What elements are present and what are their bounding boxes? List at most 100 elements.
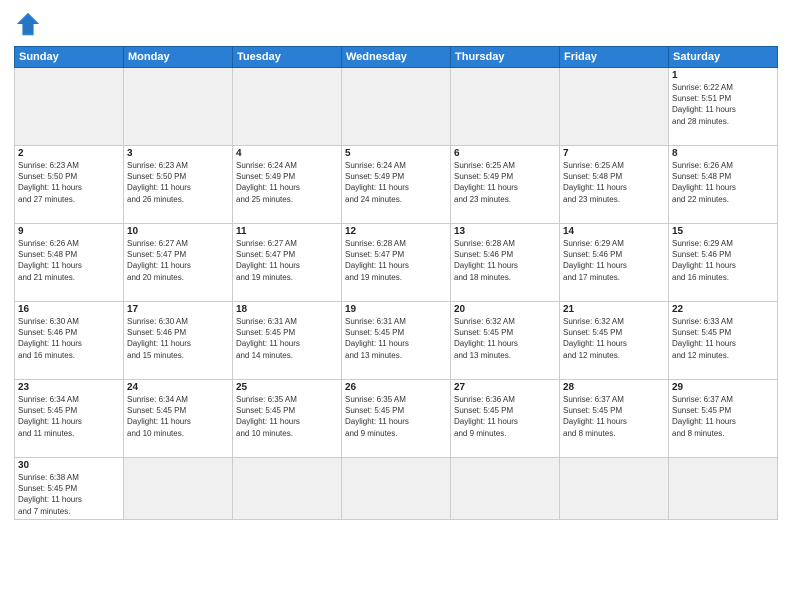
calendar-cell: 25Sunrise: 6:35 AM Sunset: 5:45 PM Dayli… <box>233 380 342 458</box>
calendar-cell: 24Sunrise: 6:34 AM Sunset: 5:45 PM Dayli… <box>124 380 233 458</box>
day-number: 30 <box>18 460 120 471</box>
day-info: Sunrise: 6:28 AM Sunset: 5:46 PM Dayligh… <box>454 238 556 283</box>
day-info: Sunrise: 6:35 AM Sunset: 5:45 PM Dayligh… <box>236 394 338 439</box>
page: SundayMondayTuesdayWednesdayThursdayFrid… <box>0 0 792 612</box>
calendar-cell <box>124 458 233 520</box>
calendar-cell <box>233 458 342 520</box>
calendar-cell <box>15 68 124 146</box>
calendar-header-thursday: Thursday <box>451 47 560 68</box>
day-number: 11 <box>236 226 338 237</box>
day-number: 8 <box>672 148 774 159</box>
calendar-cell: 28Sunrise: 6:37 AM Sunset: 5:45 PM Dayli… <box>560 380 669 458</box>
calendar: SundayMondayTuesdayWednesdayThursdayFrid… <box>14 46 778 520</box>
calendar-cell: 22Sunrise: 6:33 AM Sunset: 5:45 PM Dayli… <box>669 302 778 380</box>
day-info: Sunrise: 6:23 AM Sunset: 5:50 PM Dayligh… <box>127 160 229 205</box>
day-number: 25 <box>236 382 338 393</box>
calendar-header-tuesday: Tuesday <box>233 47 342 68</box>
calendar-cell <box>233 68 342 146</box>
calendar-cell: 7Sunrise: 6:25 AM Sunset: 5:48 PM Daylig… <box>560 146 669 224</box>
logo <box>14 10 46 38</box>
day-number: 13 <box>454 226 556 237</box>
calendar-cell: 21Sunrise: 6:32 AM Sunset: 5:45 PM Dayli… <box>560 302 669 380</box>
day-number: 4 <box>236 148 338 159</box>
calendar-cell: 18Sunrise: 6:31 AM Sunset: 5:45 PM Dayli… <box>233 302 342 380</box>
day-number: 27 <box>454 382 556 393</box>
day-number: 20 <box>454 304 556 315</box>
day-number: 14 <box>563 226 665 237</box>
day-number: 7 <box>563 148 665 159</box>
day-number: 16 <box>18 304 120 315</box>
calendar-cell <box>669 458 778 520</box>
day-number: 21 <box>563 304 665 315</box>
calendar-cell <box>451 68 560 146</box>
day-number: 1 <box>672 70 774 81</box>
calendar-cell: 2Sunrise: 6:23 AM Sunset: 5:50 PM Daylig… <box>15 146 124 224</box>
day-info: Sunrise: 6:30 AM Sunset: 5:46 PM Dayligh… <box>127 316 229 361</box>
day-info: Sunrise: 6:32 AM Sunset: 5:45 PM Dayligh… <box>563 316 665 361</box>
calendar-cell: 10Sunrise: 6:27 AM Sunset: 5:47 PM Dayli… <box>124 224 233 302</box>
day-number: 29 <box>672 382 774 393</box>
day-info: Sunrise: 6:25 AM Sunset: 5:49 PM Dayligh… <box>454 160 556 205</box>
day-info: Sunrise: 6:28 AM Sunset: 5:47 PM Dayligh… <box>345 238 447 283</box>
day-info: Sunrise: 6:27 AM Sunset: 5:47 PM Dayligh… <box>236 238 338 283</box>
day-number: 2 <box>18 148 120 159</box>
day-info: Sunrise: 6:34 AM Sunset: 5:45 PM Dayligh… <box>127 394 229 439</box>
day-number: 22 <box>672 304 774 315</box>
calendar-cell: 17Sunrise: 6:30 AM Sunset: 5:46 PM Dayli… <box>124 302 233 380</box>
calendar-cell: 23Sunrise: 6:34 AM Sunset: 5:45 PM Dayli… <box>15 380 124 458</box>
calendar-header-monday: Monday <box>124 47 233 68</box>
day-info: Sunrise: 6:29 AM Sunset: 5:46 PM Dayligh… <box>672 238 774 283</box>
day-number: 12 <box>345 226 447 237</box>
calendar-cell <box>451 458 560 520</box>
calendar-cell <box>342 68 451 146</box>
day-number: 18 <box>236 304 338 315</box>
calendar-cell <box>342 458 451 520</box>
day-number: 24 <box>127 382 229 393</box>
day-number: 28 <box>563 382 665 393</box>
day-info: Sunrise: 6:35 AM Sunset: 5:45 PM Dayligh… <box>345 394 447 439</box>
calendar-cell: 20Sunrise: 6:32 AM Sunset: 5:45 PM Dayli… <box>451 302 560 380</box>
calendar-cell: 15Sunrise: 6:29 AM Sunset: 5:46 PM Dayli… <box>669 224 778 302</box>
calendar-header-sunday: Sunday <box>15 47 124 68</box>
day-number: 5 <box>345 148 447 159</box>
calendar-cell <box>124 68 233 146</box>
calendar-header-wednesday: Wednesday <box>342 47 451 68</box>
calendar-cell: 12Sunrise: 6:28 AM Sunset: 5:47 PM Dayli… <box>342 224 451 302</box>
calendar-cell: 9Sunrise: 6:26 AM Sunset: 5:48 PM Daylig… <box>15 224 124 302</box>
day-info: Sunrise: 6:23 AM Sunset: 5:50 PM Dayligh… <box>18 160 120 205</box>
calendar-cell <box>560 68 669 146</box>
day-info: Sunrise: 6:37 AM Sunset: 5:45 PM Dayligh… <box>563 394 665 439</box>
day-info: Sunrise: 6:33 AM Sunset: 5:45 PM Dayligh… <box>672 316 774 361</box>
day-number: 23 <box>18 382 120 393</box>
calendar-cell: 30Sunrise: 6:38 AM Sunset: 5:45 PM Dayli… <box>15 458 124 520</box>
calendar-header-row: SundayMondayTuesdayWednesdayThursdayFrid… <box>15 47 778 68</box>
day-info: Sunrise: 6:31 AM Sunset: 5:45 PM Dayligh… <box>345 316 447 361</box>
day-info: Sunrise: 6:22 AM Sunset: 5:51 PM Dayligh… <box>672 82 774 127</box>
day-number: 17 <box>127 304 229 315</box>
calendar-cell: 3Sunrise: 6:23 AM Sunset: 5:50 PM Daylig… <box>124 146 233 224</box>
day-info: Sunrise: 6:34 AM Sunset: 5:45 PM Dayligh… <box>18 394 120 439</box>
day-info: Sunrise: 6:31 AM Sunset: 5:45 PM Dayligh… <box>236 316 338 361</box>
calendar-cell <box>560 458 669 520</box>
calendar-cell: 8Sunrise: 6:26 AM Sunset: 5:48 PM Daylig… <box>669 146 778 224</box>
day-info: Sunrise: 6:27 AM Sunset: 5:47 PM Dayligh… <box>127 238 229 283</box>
calendar-cell: 26Sunrise: 6:35 AM Sunset: 5:45 PM Dayli… <box>342 380 451 458</box>
day-info: Sunrise: 6:26 AM Sunset: 5:48 PM Dayligh… <box>18 238 120 283</box>
calendar-cell: 29Sunrise: 6:37 AM Sunset: 5:45 PM Dayli… <box>669 380 778 458</box>
day-info: Sunrise: 6:24 AM Sunset: 5:49 PM Dayligh… <box>345 160 447 205</box>
calendar-cell: 4Sunrise: 6:24 AM Sunset: 5:49 PM Daylig… <box>233 146 342 224</box>
day-info: Sunrise: 6:38 AM Sunset: 5:45 PM Dayligh… <box>18 472 120 517</box>
day-info: Sunrise: 6:29 AM Sunset: 5:46 PM Dayligh… <box>563 238 665 283</box>
calendar-cell: 19Sunrise: 6:31 AM Sunset: 5:45 PM Dayli… <box>342 302 451 380</box>
day-number: 19 <box>345 304 447 315</box>
day-info: Sunrise: 6:37 AM Sunset: 5:45 PM Dayligh… <box>672 394 774 439</box>
calendar-cell: 13Sunrise: 6:28 AM Sunset: 5:46 PM Dayli… <box>451 224 560 302</box>
day-info: Sunrise: 6:32 AM Sunset: 5:45 PM Dayligh… <box>454 316 556 361</box>
day-number: 10 <box>127 226 229 237</box>
day-info: Sunrise: 6:26 AM Sunset: 5:48 PM Dayligh… <box>672 160 774 205</box>
calendar-cell: 5Sunrise: 6:24 AM Sunset: 5:49 PM Daylig… <box>342 146 451 224</box>
day-info: Sunrise: 6:24 AM Sunset: 5:49 PM Dayligh… <box>236 160 338 205</box>
day-number: 15 <box>672 226 774 237</box>
calendar-cell: 16Sunrise: 6:30 AM Sunset: 5:46 PM Dayli… <box>15 302 124 380</box>
day-number: 6 <box>454 148 556 159</box>
